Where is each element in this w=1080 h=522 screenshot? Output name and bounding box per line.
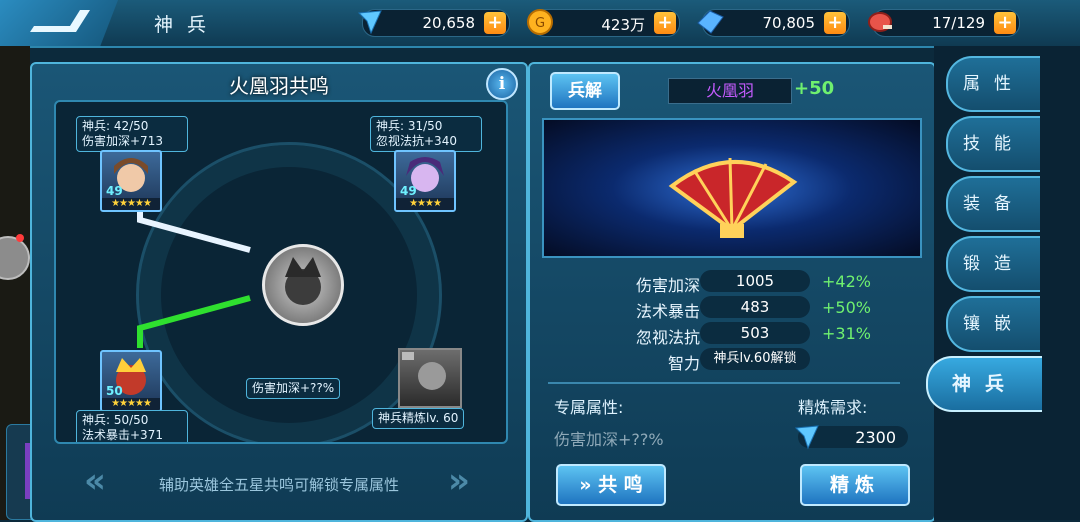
stat-row: 忽视法抗 503 +31% bbox=[635, 322, 871, 347]
resource-wings: 20,658 + bbox=[357, 9, 510, 37]
resonate-button[interactable]: » 共 鸣 bbox=[556, 464, 666, 506]
resource-crystal: 70,805 + bbox=[697, 9, 850, 37]
weapon-name: 火凰羽 bbox=[668, 78, 792, 104]
slot-3-label: 神兵: 50/50 法术暴击+371 bbox=[76, 410, 188, 442]
tab-forge[interactable]: 锻造 bbox=[946, 236, 1040, 292]
forge-level-label: 神兵精炼lv. 60 bbox=[372, 408, 465, 429]
resource-value: 423万 bbox=[601, 16, 645, 34]
hero-slot-2[interactable]: 49 ★★★★ bbox=[394, 150, 456, 212]
wing-icon bbox=[357, 10, 382, 35]
stat-row: 法术暴击 483 +50% bbox=[635, 296, 871, 321]
play-chevron-icon: » bbox=[579, 474, 592, 496]
wing-icon bbox=[794, 425, 819, 450]
back-button[interactable] bbox=[0, 0, 118, 46]
resource-stamina: 17/129 + bbox=[868, 9, 1020, 37]
resonance-title: 火凰羽共鸣 bbox=[229, 74, 329, 98]
divider bbox=[548, 382, 900, 384]
crystal-icon bbox=[697, 10, 724, 34]
meat-stamina-icon bbox=[868, 12, 892, 32]
weapon-plus-level: +50 bbox=[794, 78, 835, 99]
back-arrow-icon bbox=[30, 10, 90, 32]
exclusive-attr-label: 专属属性: bbox=[554, 398, 624, 417]
tab-equipment[interactable]: 装备 bbox=[946, 176, 1040, 232]
refine-cost: 2300 bbox=[794, 425, 908, 450]
gold-coin-icon: G bbox=[527, 9, 553, 35]
resource-value: 20,658 bbox=[422, 14, 476, 32]
forge-unlock-slot[interactable] bbox=[398, 348, 462, 408]
notification-dot bbox=[16, 234, 24, 242]
resonance-panel: 火凰羽共鸣 i 神兵: 42/50 伤害加深+713 49 ★★★★★ 神兵: … bbox=[30, 62, 528, 522]
add-wings-button[interactable]: + bbox=[484, 12, 506, 34]
chevron-right-icon[interactable]: » bbox=[448, 464, 470, 498]
star-rating: ★★★★ bbox=[396, 198, 454, 210]
disassemble-button[interactable]: 兵解 bbox=[550, 72, 620, 110]
resource-value: 17/129 bbox=[932, 14, 985, 32]
hero-slot-1[interactable]: 49 ★★★★★ bbox=[100, 150, 162, 212]
center-bonus-label: 伤害加深+??% bbox=[246, 378, 341, 399]
info-button[interactable]: i bbox=[486, 68, 518, 100]
weapon-display bbox=[542, 118, 922, 258]
locked-hero-portrait-icon bbox=[285, 257, 321, 305]
tab-inlay[interactable]: 镶嵌 bbox=[946, 296, 1040, 352]
fan-weapon-icon bbox=[668, 157, 798, 238]
refine-requirement-label: 精炼需求: bbox=[798, 398, 868, 417]
stat-row: 智力 神兵lv.60解锁 bbox=[530, 348, 930, 373]
refine-button[interactable]: 精炼 bbox=[800, 464, 910, 506]
stat-row: 伤害加深 1005 +42% bbox=[635, 270, 871, 295]
resource-gold: G 423万 + bbox=[527, 9, 680, 37]
page-title: 神兵 bbox=[154, 14, 221, 36]
resource-value: 70,805 bbox=[762, 14, 816, 32]
locked-hero-portrait-icon bbox=[402, 352, 446, 390]
tab-divine-weapon[interactable]: 神兵 bbox=[926, 356, 1042, 412]
resonance-arena: 神兵: 42/50 伤害加深+713 49 ★★★★★ 神兵: 31/50 忽视… bbox=[54, 100, 508, 444]
svg-text:G: G bbox=[535, 16, 545, 31]
weapon-panel: 兵解 火凰羽 +50 伤害加深 1005 +42% 法术暴击 483 +50% … bbox=[528, 62, 936, 522]
tab-skills[interactable]: 技能 bbox=[946, 116, 1040, 172]
add-gold-button[interactable]: + bbox=[654, 12, 676, 34]
star-rating: ★★★★★ bbox=[102, 198, 160, 210]
slot-1-label: 神兵: 42/50 伤害加深+713 bbox=[76, 116, 188, 152]
add-crystal-button[interactable]: + bbox=[824, 12, 846, 34]
slot-2-label: 神兵: 31/50 忽视法抗+340 bbox=[370, 116, 482, 152]
center-resonance-node[interactable] bbox=[262, 244, 344, 326]
hero-slot-3[interactable]: 50 ★★★★★ bbox=[100, 350, 162, 412]
add-stamina-button[interactable]: + bbox=[994, 12, 1016, 34]
exclusive-attr-value: 伤害加深+??% bbox=[554, 430, 664, 449]
tab-attributes[interactable]: 属性 bbox=[946, 56, 1040, 112]
star-rating: ★★★★★ bbox=[102, 398, 160, 410]
